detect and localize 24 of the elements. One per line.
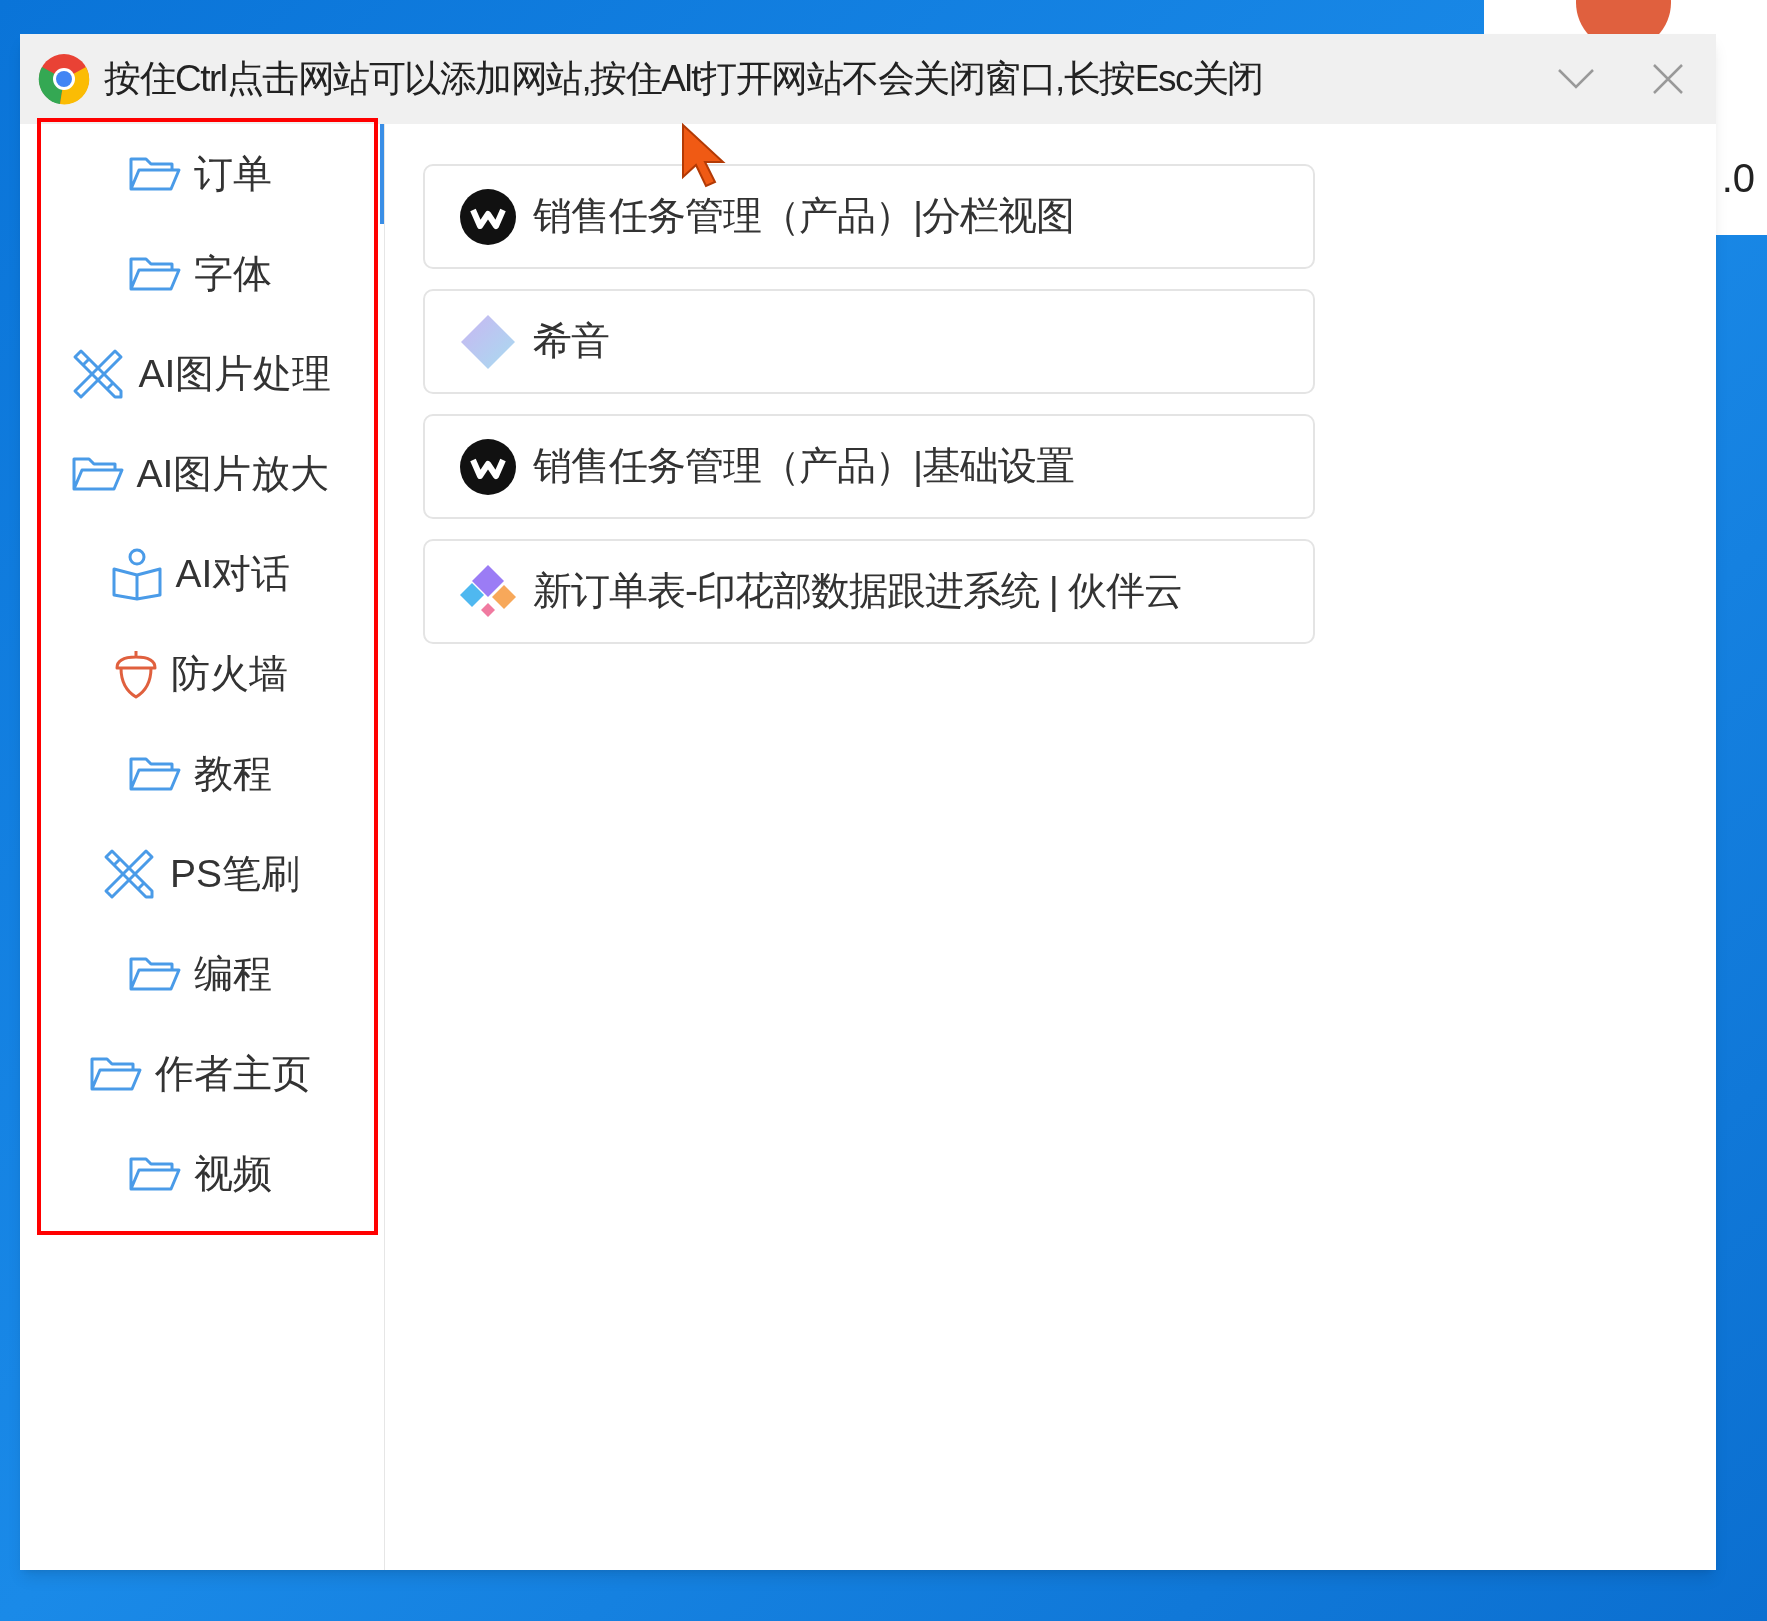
- site-card[interactable]: 希音: [423, 289, 1315, 394]
- site-card[interactable]: 新订单表-印花部数据跟进系统 | 伙伴云: [423, 539, 1315, 644]
- sidebar-item[interactable]: 字体: [20, 224, 384, 324]
- sidebar-item[interactable]: 订单: [20, 124, 384, 224]
- chevron-down-icon: [1557, 68, 1595, 90]
- browser-logo-icon: [38, 53, 90, 105]
- sidebar-item[interactable]: AI对话: [20, 524, 384, 624]
- diamond-logo-icon: [459, 312, 517, 371]
- logo-icon: [459, 187, 517, 246]
- sidebar-item[interactable]: AI图片放大: [20, 424, 384, 524]
- sidebar-item[interactable]: 教程: [20, 724, 384, 824]
- mouse-cursor-icon: [680, 122, 726, 190]
- close-icon: [1652, 63, 1684, 95]
- sidebar-item[interactable]: 作者主页: [20, 1024, 384, 1124]
- sidebar-item[interactable]: 编程: [20, 924, 384, 1024]
- logo-icon: [459, 437, 517, 496]
- window-title: 按住Ctrl点击网站可以添加网站,按住Alt打开网站不会关闭窗口,长按Esc关闭: [104, 57, 1263, 102]
- site-card[interactable]: 销售任务管理（产品）|基础设置: [423, 414, 1315, 519]
- sidebar-item[interactable]: AI图片处理: [20, 324, 384, 424]
- sidebar-item[interactable]: PS笔刷: [20, 824, 384, 924]
- background-text: .0: [1721, 155, 1755, 202]
- sidebar-item[interactable]: 防火墙: [20, 624, 384, 724]
- site-card[interactable]: 销售任务管理（产品）|分栏视图: [423, 164, 1315, 269]
- sidebar-item[interactable]: 视频: [20, 1124, 384, 1224]
